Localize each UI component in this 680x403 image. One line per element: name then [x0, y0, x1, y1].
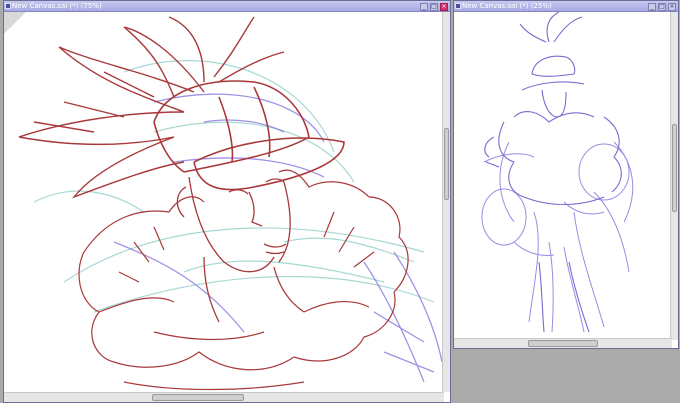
minimize-button[interactable]: _: [420, 3, 428, 11]
maximize-icon: □: [659, 3, 665, 10]
sketch-artwork: [481, 12, 634, 333]
window-title: New Canvas.sai (*) (25%): [462, 2, 552, 10]
desktop-workspace: New Canvas.sai (*) (75%) _ □ × New Canva…: [0, 0, 680, 403]
canvas-corner-fold: [4, 12, 26, 34]
maximize-button[interactable]: □: [658, 3, 666, 11]
title-bar[interactable]: New Canvas.sai (*) (75%) _ □ ×: [4, 1, 450, 12]
drawing-canvas[interactable]: [454, 12, 670, 339]
minimize-button[interactable]: _: [648, 3, 656, 11]
close-button[interactable]: ×: [668, 3, 676, 11]
close-icon: ×: [441, 3, 447, 10]
horizontal-scroll-thumb[interactable]: [152, 394, 244, 401]
vertical-scrollbar[interactable]: [442, 12, 450, 392]
sketch-artwork: [18, 16, 442, 391]
vertical-scrollbar[interactable]: [670, 12, 678, 340]
window-title: New Canvas.sai (*) (75%): [12, 2, 102, 10]
horizontal-scroll-thumb[interactable]: [528, 340, 598, 347]
close-icon: ×: [669, 3, 675, 10]
canvas-window-zoomed: New Canvas.sai (*) (75%) _ □ ×: [3, 0, 451, 403]
maximize-button[interactable]: □: [430, 3, 438, 11]
vertical-scroll-thumb[interactable]: [672, 124, 677, 212]
horizontal-scrollbar[interactable]: [454, 338, 672, 348]
horizontal-scrollbar[interactable]: [4, 392, 444, 402]
title-bar[interactable]: New Canvas.sai (*) (25%) _ □ ×: [454, 1, 678, 12]
minimize-icon: _: [422, 3, 426, 10]
canvas-window-overview: New Canvas.sai (*) (25%) _ □ ×: [453, 0, 679, 349]
maximize-icon: □: [431, 3, 437, 10]
vertical-scroll-thumb[interactable]: [444, 128, 449, 200]
minimize-icon: _: [650, 3, 654, 10]
app-icon: [5, 3, 11, 9]
close-button[interactable]: ×: [440, 3, 448, 11]
drawing-canvas[interactable]: [4, 12, 442, 392]
app-icon: [455, 3, 461, 9]
